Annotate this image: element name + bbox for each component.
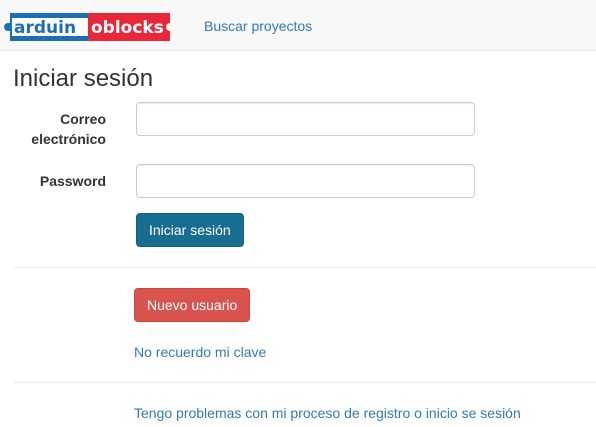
arduinoblocks-logo[interactable]: arduin oblocks <box>4 9 176 45</box>
logo-text-part1: arduin <box>14 18 76 38</box>
email-label-line1: Correo <box>60 111 106 127</box>
logo-text-part2: oblocks <box>91 18 164 38</box>
password-label: Password <box>39 173 106 189</box>
registration-problems-link[interactable]: Tengo problemas con mi proceso de regist… <box>134 404 521 422</box>
password-input[interactable] <box>136 164 475 198</box>
forgot-password-link[interactable]: No recuerdo mi clave <box>134 343 266 361</box>
page-title: Iniciar sesión <box>13 65 154 92</box>
divider <box>13 382 596 383</box>
email-label-line2: electrónico <box>31 131 106 147</box>
divider <box>13 267 596 268</box>
login-button[interactable]: Iniciar sesión <box>136 213 244 247</box>
navbar: arduin oblocks Buscar proyectos <box>0 0 596 51</box>
search-projects-link[interactable]: Buscar proyectos <box>204 17 312 35</box>
new-user-button[interactable]: Nuevo usuario <box>134 288 251 322</box>
email-input[interactable] <box>136 102 475 136</box>
email-label: Correo electrónico <box>6 109 106 149</box>
